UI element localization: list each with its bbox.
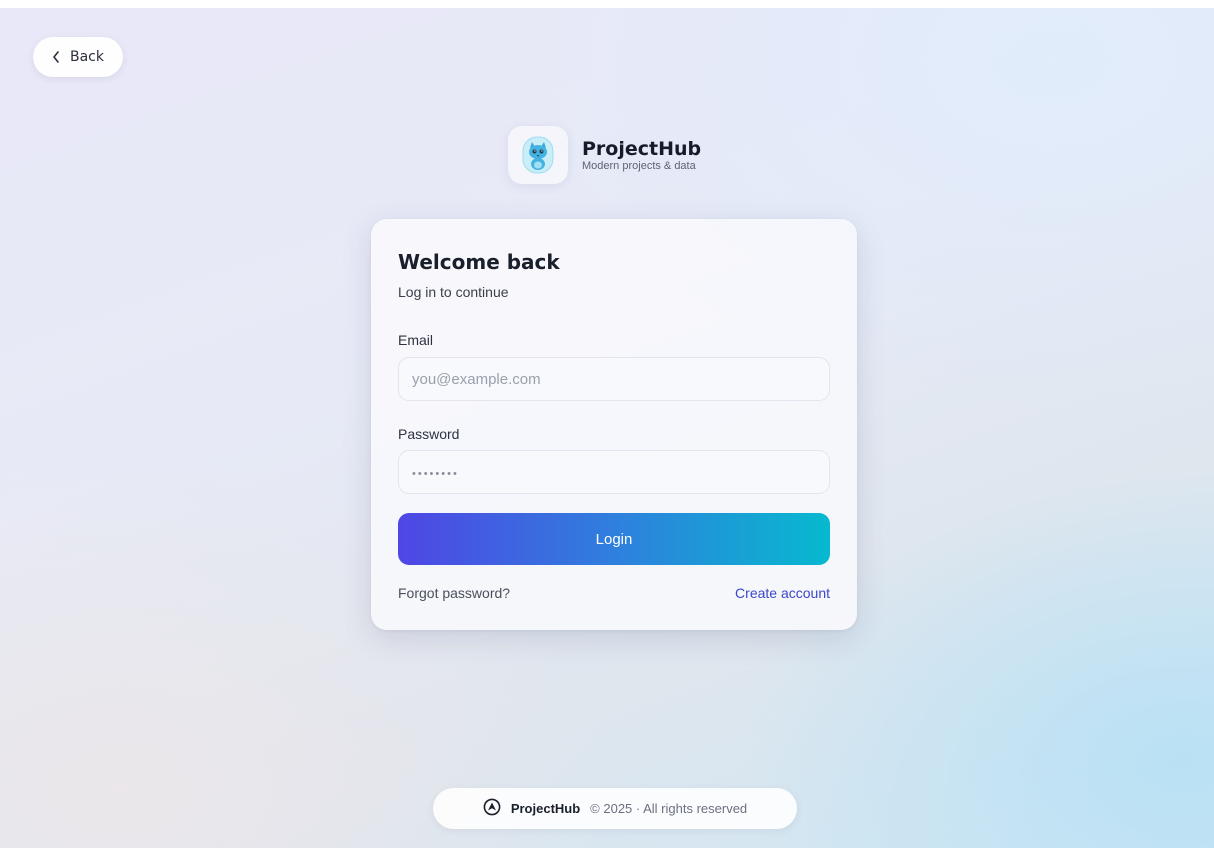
back-button[interactable]: Back [33, 37, 123, 77]
brand-header: ProjectHub Modern projects & data [508, 126, 701, 184]
footer: ProjectHub © 2025 · All rights reserved [433, 788, 797, 829]
brand-name: ProjectHub [582, 137, 702, 160]
chevron-left-icon [52, 51, 60, 63]
email-label: Email [398, 332, 434, 348]
password-field[interactable] [398, 450, 830, 494]
footer-brand: ProjectHub [510, 801, 581, 816]
email-field[interactable] [398, 357, 830, 401]
password-label: Password [398, 426, 460, 442]
cat-mascot-icon [508, 126, 568, 184]
back-label: Back [70, 49, 104, 65]
forgot-password-link[interactable]: Forgot password? [398, 585, 510, 601]
top-bar [0, 0, 1214, 8]
projecthub-logo-icon [483, 798, 501, 819]
footer-copyright: © 2025 · All rights reserved [590, 801, 748, 816]
brand-tagline: Modern projects & data [582, 159, 696, 172]
login-subtitle: Log in to continue [398, 284, 509, 300]
login-button[interactable]: Login [398, 513, 830, 565]
login-title: Welcome back [398, 250, 560, 274]
login-card: Welcome back Log in to continue Email Pa… [371, 219, 857, 630]
create-account-link[interactable]: Create account [735, 585, 830, 601]
